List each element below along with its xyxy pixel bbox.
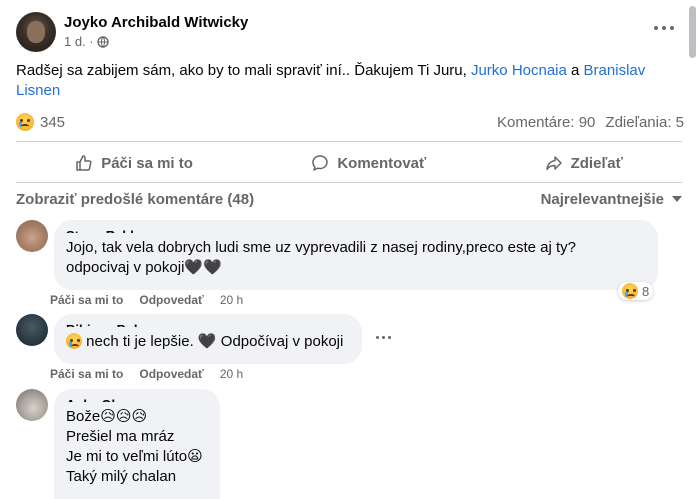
sad-reaction-icon xyxy=(622,283,638,299)
sort-label: Najrelevantnejšie xyxy=(540,190,664,208)
caret-down-icon xyxy=(672,196,682,202)
commenter-name[interactable]: Stano Rebly xyxy=(66,228,646,238)
like-button[interactable]: Páči sa mi to xyxy=(63,148,205,178)
sad-face-icon xyxy=(66,333,82,349)
comment-reaction-count: 8 xyxy=(642,283,650,299)
post-time[interactable]: 1 d. · xyxy=(64,33,94,51)
comment-reactions[interactable]: 8 xyxy=(618,282,654,300)
stats-right: Komentáre: 90 Zdieľania: 5 xyxy=(497,114,684,131)
comment-options-icon[interactable] xyxy=(376,336,391,339)
commenter-name[interactable]: Bibiana Bolanec xyxy=(66,322,350,332)
author-avatar[interactable] xyxy=(16,12,56,52)
comment-line-3: Je mi to veľmi lúto😦 xyxy=(66,448,203,465)
comment-time[interactable]: 20 h xyxy=(220,293,243,307)
comments-count[interactable]: Komentáre: 90 xyxy=(497,114,595,131)
share-label: Zdieľať xyxy=(570,154,623,172)
commenter-avatar[interactable] xyxy=(16,220,48,252)
comment-text: nech ti je lepšie. 🖤 Odpočívaj v pokoji xyxy=(66,332,350,352)
shares-count[interactable]: Zdieľania: 5 xyxy=(605,114,684,131)
comment-line-4: Taký milý chalan xyxy=(66,468,177,485)
thumbs-up-icon xyxy=(76,155,92,171)
reaction-count: 345 xyxy=(40,113,66,131)
post-meta: 1 d. · xyxy=(64,33,248,51)
divider-bottom xyxy=(16,182,682,183)
comment-line-2: Prešiel ma mráz xyxy=(66,428,175,445)
author-name[interactable]: Joyko Archibald Witwicky xyxy=(64,13,248,33)
scrollbar[interactable] xyxy=(689,6,696,58)
sad-reaction-icon xyxy=(16,113,34,131)
show-previous-comments[interactable]: Zobraziť predošlé komentáre (48) xyxy=(16,191,254,208)
sad-face-icon: 😦 xyxy=(187,448,203,465)
post-header: Joyko Archibald Witwicky 1 d. · xyxy=(16,12,248,52)
post-actions: Páči sa mi to Komentovať Zdieľať xyxy=(16,146,682,180)
sort-dropdown[interactable]: Najrelevantnejšie xyxy=(541,191,682,208)
post-text-connector: a xyxy=(571,62,580,79)
comment-like-link[interactable]: Páči sa mi to xyxy=(50,293,123,307)
comment-text-line-2: odpocivaj v pokoji🖤🖤 xyxy=(66,259,222,276)
comment-2-footer: Páči sa mi to Odpovedať 20 h xyxy=(50,367,243,381)
comment-time[interactable]: 20 h xyxy=(220,367,243,381)
comment-reply-link[interactable]: Odpovedať xyxy=(139,293,203,307)
post-text: Radšej sa zabijem sám, ako by to mali sp… xyxy=(16,61,676,99)
share-icon xyxy=(545,156,562,171)
globe-icon xyxy=(96,36,109,48)
post-text-main: Radšej sa zabijem sám, ako by to mali sp… xyxy=(16,62,467,79)
post-options-icon[interactable] xyxy=(654,20,674,36)
commenter-avatar[interactable] xyxy=(16,389,48,421)
comment-reply-link[interactable]: Odpovedať xyxy=(139,367,203,381)
commenter-name[interactable]: Anka Olano xyxy=(66,397,208,407)
crying-emoji-icons: 😥😥😥 xyxy=(100,408,148,425)
reaction-summary[interactable]: 345 xyxy=(16,113,65,131)
comment-icon xyxy=(312,155,329,171)
mention-link-1[interactable]: Jurko Hocnaia xyxy=(471,62,567,79)
comment-like-link[interactable]: Páči sa mi to xyxy=(50,367,123,381)
share-button[interactable]: Zdieľať xyxy=(533,148,635,178)
comment-bubble: Anka Olano Bože😥😥😥 Prešiel ma mráz Je mi… xyxy=(54,389,220,499)
comment-button[interactable]: Komentovať xyxy=(299,148,438,178)
commenter-avatar[interactable] xyxy=(16,314,48,346)
black-heart-icons: 🖤🖤 xyxy=(184,259,222,276)
black-heart-icon: 🖤 xyxy=(197,333,217,350)
comment-line-1: Bože😥😥😥 xyxy=(66,408,148,425)
like-label: Páči sa mi to xyxy=(101,154,193,172)
comment-text-line-1: Jojo, tak vela dobrych ludi sme uz vypre… xyxy=(66,239,576,256)
comment-bubble: Stano Rebly Jojo, tak vela dobrych ludi … xyxy=(54,220,658,290)
post-stats: 345 Komentáre: 90 Zdieľania: 5 xyxy=(16,110,684,134)
comment-label: Komentovať xyxy=(337,154,427,172)
comments-bar: Zobraziť predošlé komentáre (48) Najrele… xyxy=(16,188,682,210)
comment-bubble: Bibiana Bolanec nech ti je lepšie. 🖤 Odp… xyxy=(54,314,362,364)
author-block: Joyko Archibald Witwicky 1 d. · xyxy=(64,13,248,51)
comment-1-footer: Páči sa mi to Odpovedať 20 h xyxy=(50,293,243,307)
divider-top xyxy=(16,141,682,142)
